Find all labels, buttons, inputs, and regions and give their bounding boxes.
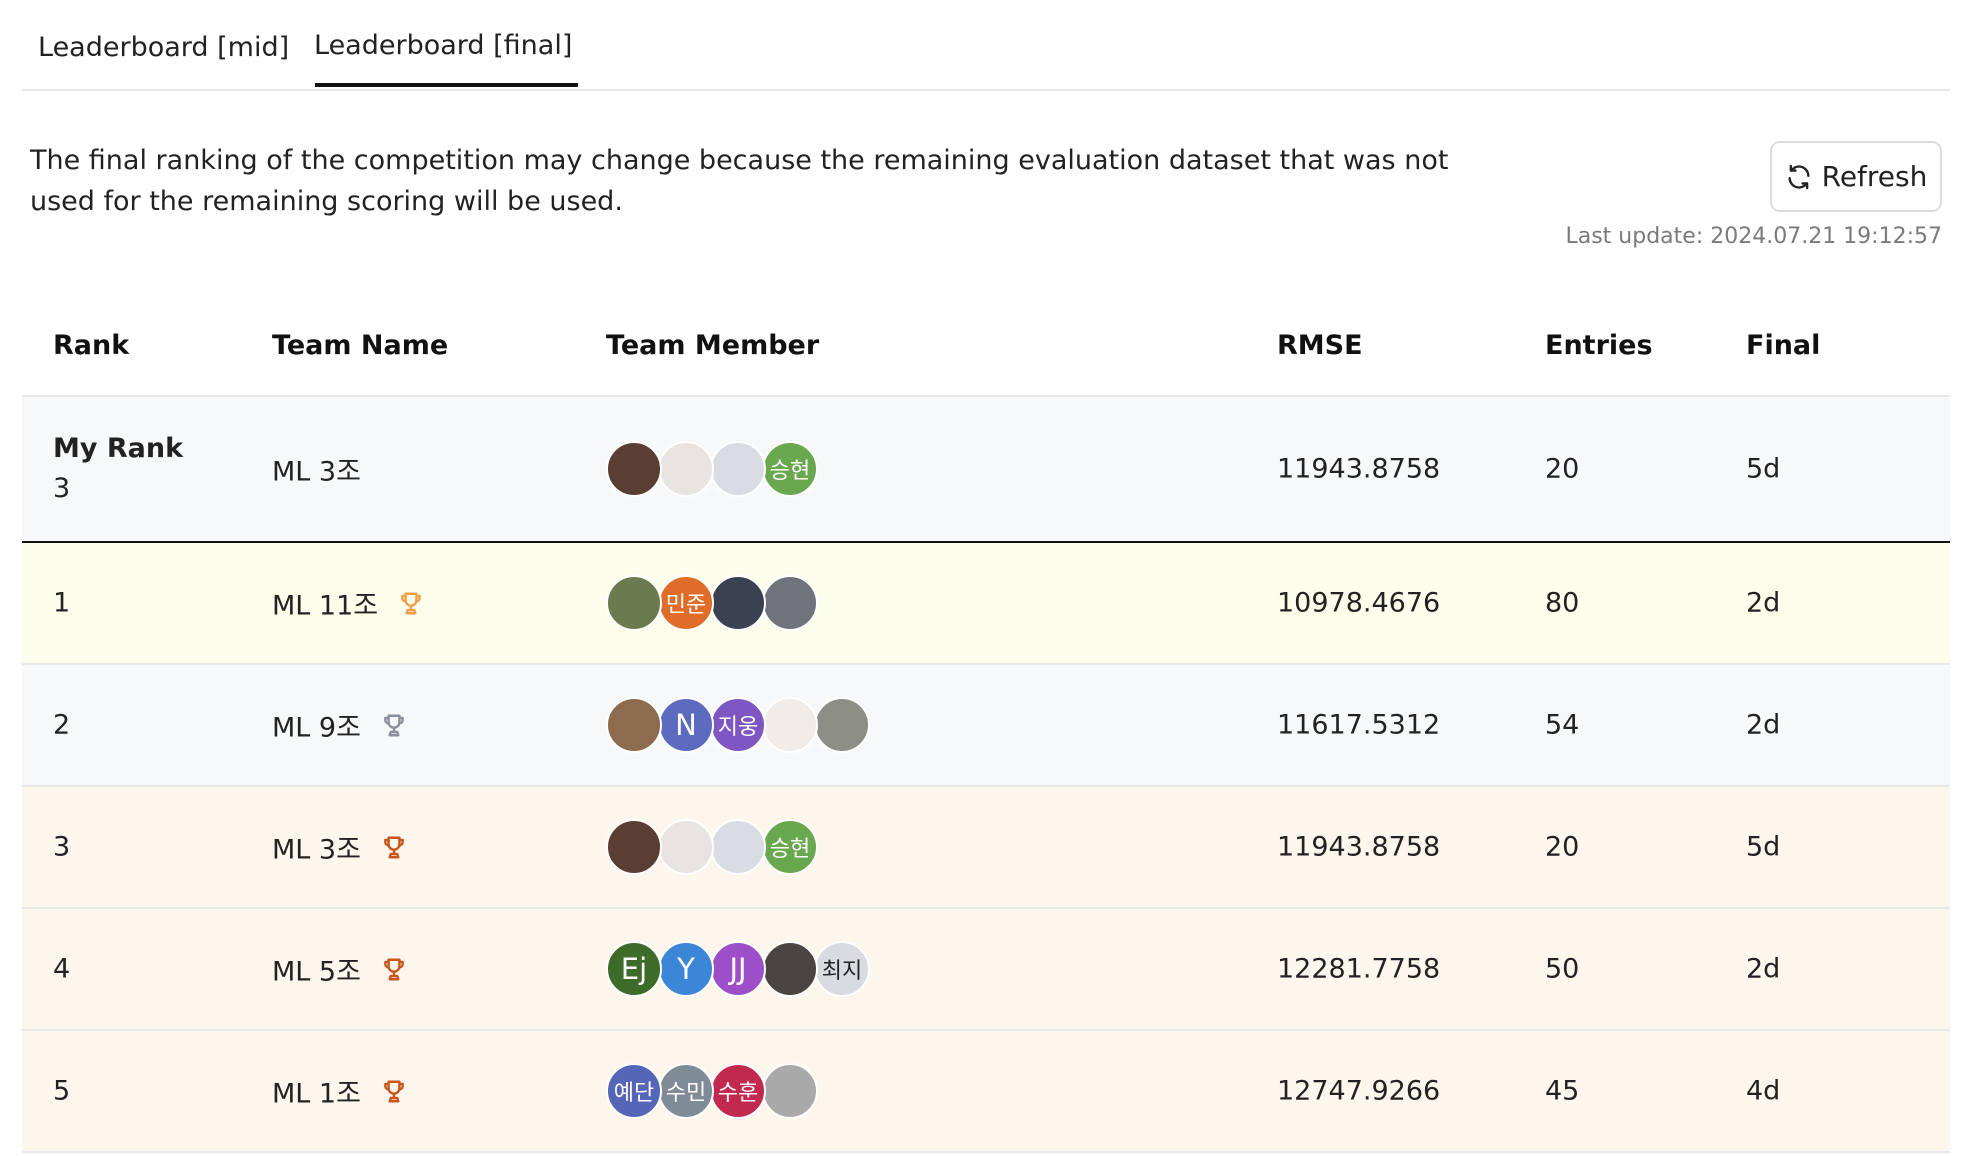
member-photo-avatar[interactable] [814, 697, 870, 753]
my-rank-cell: My Rank 3 [53, 429, 183, 509]
team-members: 민준 [606, 575, 818, 631]
refresh-label: Refresh [1821, 160, 1928, 193]
final-time: 4d [1746, 1075, 1781, 1107]
ranking-notice: The final ranking of the competition may… [30, 145, 1449, 217]
member-avatar[interactable]: 승현 [762, 819, 818, 875]
team-name: ML 1조 [272, 1078, 361, 1110]
header-team-name: Team Name [272, 330, 449, 361]
header-final: Final [1746, 330, 1821, 361]
entries-count: 20 [1545, 831, 1580, 863]
rmse-value: 12281.7758 [1277, 953, 1441, 985]
trophy-icon [384, 1080, 404, 1102]
member-photo-avatar[interactable] [710, 819, 766, 875]
final-time: 2d [1746, 587, 1781, 619]
member-photo-avatar[interactable] [606, 441, 662, 497]
trophy-icon [384, 836, 404, 858]
member-avatar[interactable]: 승현 [762, 441, 818, 497]
member-avatar[interactable]: 수민 [658, 1063, 714, 1119]
rank-cell: 1 [53, 587, 71, 619]
team-members: 승현 [606, 819, 818, 875]
rmse-value: 12747.9266 [1277, 1075, 1441, 1107]
member-photo-avatar[interactable] [606, 575, 662, 631]
member-photo-avatar[interactable] [762, 941, 818, 997]
member-avatar[interactable]: 최지 [814, 941, 870, 997]
header-rank: Rank [53, 330, 130, 361]
member-photo-avatar[interactable] [762, 575, 818, 631]
team-name-cell: ML 9조 [272, 706, 407, 745]
member-avatar[interactable]: N [658, 697, 714, 753]
header-entries: Entries [1545, 330, 1653, 361]
member-avatar[interactable]: Ej [606, 941, 662, 997]
member-avatar[interactable]: 지웅 [710, 697, 766, 753]
trophy-icon [384, 958, 404, 980]
table-row[interactable]: 3 ML 3조 승현 11943.8758 20 5d [22, 787, 1950, 909]
rank-cell: 3 [53, 831, 71, 863]
final-time: 2d [1746, 953, 1781, 985]
member-avatar[interactable]: 수훈 [710, 1063, 766, 1119]
member-photo-avatar[interactable] [606, 819, 662, 875]
team-name-cell: ML 1조 [272, 1072, 407, 1111]
final-time: 5d [1746, 831, 1781, 863]
rank-cell: 5 [53, 1075, 71, 1107]
member-avatar[interactable]: 민준 [658, 575, 714, 631]
final-time: 2d [1746, 709, 1781, 741]
rank-cell: 2 [53, 709, 71, 741]
table-row[interactable]: 5 ML 1조 예단 수민 수훈 12747.9266 45 4d [22, 1031, 1950, 1153]
team-members: 승현 [606, 441, 818, 497]
team-name: ML 11조 [272, 590, 379, 622]
member-photo-avatar[interactable] [762, 697, 818, 753]
team-name: ML 9조 [272, 712, 361, 744]
team-members: 예단 수민 수훈 [606, 1063, 818, 1119]
my-rank-label: My Rank [53, 433, 184, 464]
my-rank-number: 3 [53, 473, 71, 504]
entries-count: 50 [1545, 953, 1580, 985]
refresh-icon [1788, 164, 1810, 189]
trophy-icon [384, 714, 404, 736]
team-name-cell: ML 5조 [272, 950, 407, 989]
tab-leaderboard-final[interactable]: Leaderboard [final] [314, 30, 572, 61]
team-members: Ej Y JJ 최지 [606, 941, 870, 997]
member-photo-avatar[interactable] [658, 819, 714, 875]
entries-count: 54 [1545, 709, 1580, 741]
member-photo-avatar[interactable] [606, 697, 662, 753]
header-rmse: RMSE [1277, 330, 1363, 361]
team-name: ML 3조 [272, 834, 361, 866]
active-tab-indicator [315, 83, 578, 87]
member-photo-avatar[interactable] [658, 441, 714, 497]
rmse-value: 10978.4676 [1277, 587, 1441, 619]
leaderboard-table: Rank Team Name Team Member RMSE Entries … [22, 310, 1950, 1153]
member-avatar[interactable]: Y [658, 941, 714, 997]
header-team-member: Team Member [606, 330, 820, 361]
entries-count: 20 [1545, 453, 1580, 485]
my-rank-team-name: ML 3조 [272, 450, 361, 489]
final-time: 5d [1746, 453, 1781, 485]
rmse-value: 11617.5312 [1277, 709, 1441, 741]
team-name: ML 3조 [272, 456, 361, 488]
team-members: N 지웅 [606, 697, 870, 753]
member-avatar[interactable]: JJ [710, 941, 766, 997]
tab-leaderboard-mid[interactable]: Leaderboard [mid] [38, 32, 289, 63]
leaderboard-tabs: Leaderboard [mid] Leaderboard [final] [22, 0, 1950, 91]
member-photo-avatar[interactable] [762, 1063, 818, 1119]
last-update-timestamp: Last update: 2024.07.21 19:12:57 [1565, 224, 1942, 249]
team-name-cell: ML 11조 [272, 584, 424, 623]
table-row[interactable]: 1 ML 11조 민준 10978.4676 80 2d [22, 543, 1950, 665]
table-header: Rank Team Name Team Member RMSE Entries … [22, 310, 1950, 397]
team-name: ML 5조 [272, 956, 361, 988]
table-row[interactable]: 2 ML 9조 N 지웅 11617.5312 54 2d [22, 665, 1950, 787]
rmse-value: 11943.8758 [1277, 831, 1441, 863]
trophy-icon [401, 592, 421, 614]
rmse-value: 11943.8758 [1277, 453, 1441, 485]
rank-cell: 4 [53, 953, 71, 985]
member-avatar[interactable]: 예단 [606, 1063, 662, 1119]
member-photo-avatar[interactable] [710, 575, 766, 631]
member-photo-avatar[interactable] [710, 441, 766, 497]
refresh-button[interactable]: Refresh [1770, 141, 1942, 212]
team-name-cell: ML 3조 [272, 828, 407, 867]
table-row[interactable]: 4 ML 5조 Ej Y JJ 최지 12281.7758 50 2d [22, 909, 1950, 1031]
my-rank-row: My Rank 3 ML 3조 승현 11943.8758 20 5d [22, 397, 1950, 543]
entries-count: 45 [1545, 1075, 1580, 1107]
entries-count: 80 [1545, 587, 1580, 619]
